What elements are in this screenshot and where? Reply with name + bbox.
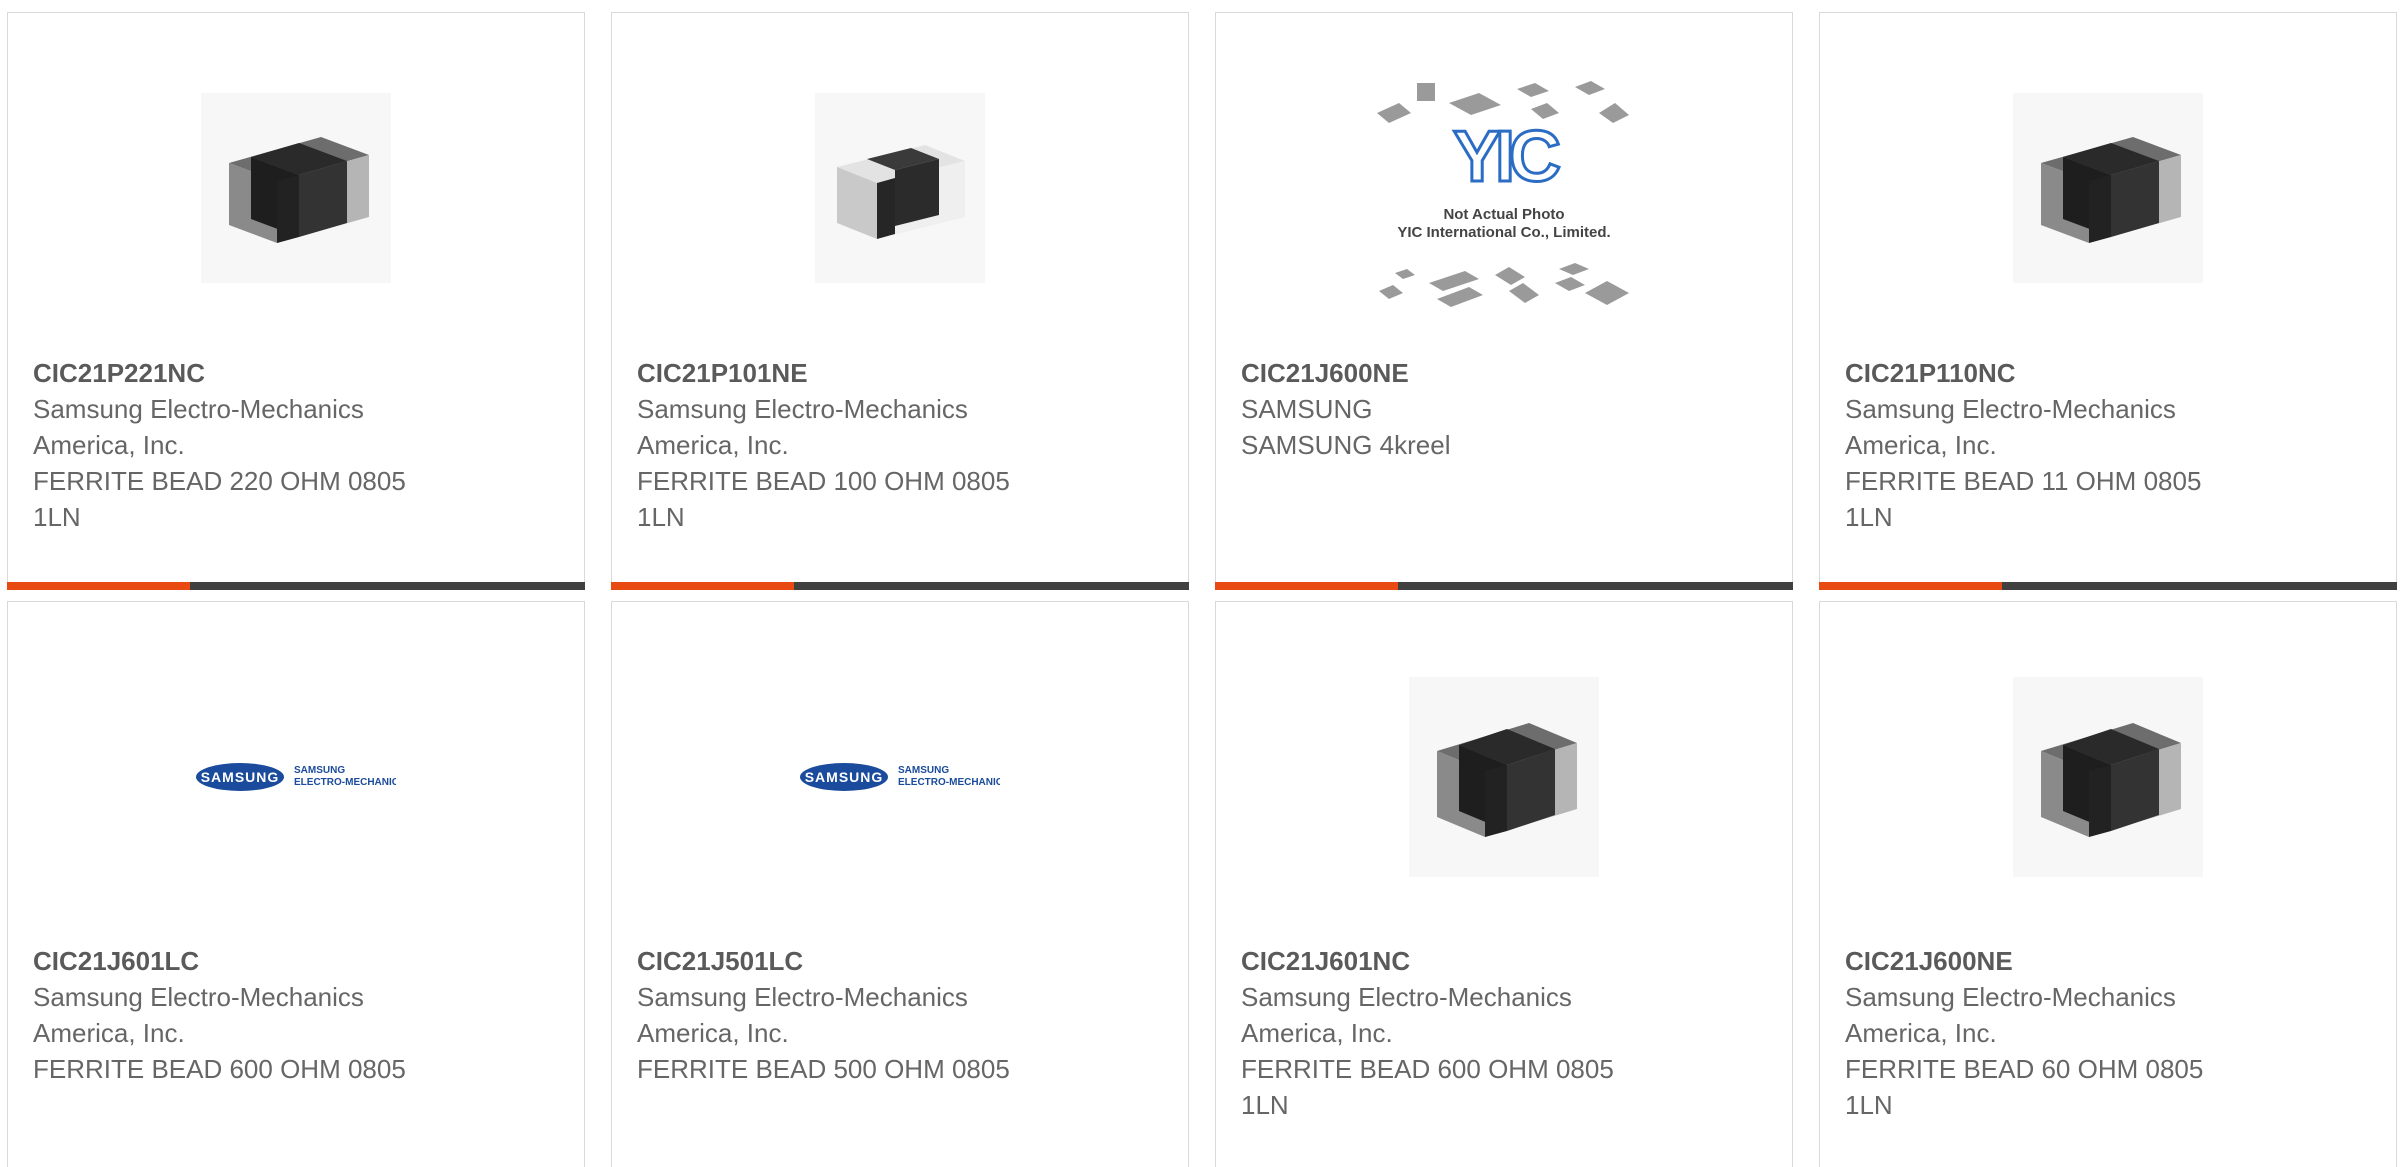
manufacturer: Samsung Electro-Mechanics: [33, 982, 364, 1012]
part-number[interactable]: CIC21J601NC: [1241, 943, 1671, 979]
manufacturer: Samsung Electro-Mechanics: [33, 394, 364, 424]
product-grid: CIC21P221NC Samsung Electro-Mechanics Am…: [0, 0, 2400, 1167]
description: FERRITE BEAD 600 OHM 0805: [33, 1054, 406, 1084]
yic-placeholder-icon: YIC Not Actual Photo YIC International C…: [1377, 81, 1629, 307]
manufacturer: Samsung Electro-Mechanics: [1845, 982, 2176, 1012]
product-image: [1216, 662, 1792, 892]
product-card[interactable]: SAMSUNG SAMSUNG ELECTRO-MECHANICS CIC21J…: [611, 601, 1189, 1167]
manufacturer-cont: America, Inc.: [33, 1018, 185, 1048]
product-card[interactable]: SAMSUNG SAMSUNG ELECTRO-MECHANICS CIC21J…: [7, 601, 585, 1167]
manufacturer-cont: America, Inc.: [33, 430, 185, 460]
product-image: SAMSUNG SAMSUNG ELECTRO-MECHANICS: [612, 662, 1188, 892]
manufacturer: Samsung Electro-Mechanics: [637, 982, 968, 1012]
product-card[interactable]: YIC Not Actual Photo YIC International C…: [1215, 12, 1793, 590]
samsung-caption: SAMSUNG: [898, 765, 949, 776]
description-cont: 1LN: [637, 502, 685, 532]
placeholder-caption: Not Actual Photo: [1443, 206, 1564, 223]
samsung-caption: SAMSUNG: [294, 765, 345, 776]
ferrite-bead-icon: [1409, 677, 1599, 877]
manufacturer: Samsung Electro-Mechanics: [1845, 394, 2176, 424]
ferrite-bead-icon: [815, 93, 985, 283]
product-image: YIC Not Actual Photo YIC International C…: [1216, 53, 1792, 343]
product-image: [1820, 662, 2396, 892]
manufacturer: Samsung Electro-Mechanics: [1241, 982, 1572, 1012]
description: FERRITE BEAD 500 OHM 0805: [637, 1054, 1010, 1084]
card-bottom-bar: [7, 582, 585, 590]
placeholder-caption: YIC International Co., Limited.: [1397, 224, 1610, 241]
description-cont: 1LN: [33, 502, 81, 532]
part-number[interactable]: CIC21J600NE: [1845, 943, 2275, 979]
ferrite-bead-icon: [2013, 677, 2203, 877]
description-cont: 1LN: [1845, 502, 1893, 532]
samsung-logo-text: SAMSUNG: [201, 769, 280, 785]
part-number[interactable]: CIC21J501LC: [637, 943, 1067, 979]
card-bottom-bar: [1215, 582, 1793, 590]
yic-logo: YIC: [1453, 117, 1560, 197]
card-accent: [7, 582, 190, 590]
manufacturer-cont: America, Inc.: [1845, 1018, 1997, 1048]
card-bottom-bar: [1819, 582, 2397, 590]
manufacturer-cont: America, Inc.: [637, 1018, 789, 1048]
description: FERRITE BEAD 220 OHM 0805: [33, 466, 406, 496]
product-card[interactable]: CIC21P101NE Samsung Electro-Mechanics Am…: [611, 12, 1189, 590]
manufacturer: SAMSUNG: [1241, 394, 1373, 424]
part-number[interactable]: CIC21J601LC: [33, 943, 463, 979]
samsung-logo-icon: SAMSUNG SAMSUNG ELECTRO-MECHANICS: [196, 763, 396, 791]
part-number[interactable]: CIC21P110NC: [1845, 355, 2275, 391]
product-card[interactable]: CIC21P110NC Samsung Electro-Mechanics Am…: [1819, 12, 2397, 590]
samsung-logo-text: SAMSUNG: [805, 769, 884, 785]
samsung-caption: ELECTRO-MECHANICS: [898, 777, 1000, 788]
manufacturer-cont: America, Inc.: [1845, 430, 1997, 460]
manufacturer: Samsung Electro-Mechanics: [637, 394, 968, 424]
card-bottom-bar: [611, 582, 1189, 590]
description-cont: 1LN: [1845, 1090, 1893, 1120]
card-accent: [1215, 582, 1398, 590]
product-image: [1820, 73, 2396, 303]
description: FERRITE BEAD 600 OHM 0805: [1241, 1054, 1614, 1084]
card-accent: [611, 582, 794, 590]
description: FERRITE BEAD 11 OHM 0805: [1845, 466, 2202, 496]
samsung-logo-icon: SAMSUNG SAMSUNG ELECTRO-MECHANICS: [800, 763, 1000, 791]
product-card[interactable]: CIC21J600NE Samsung Electro-Mechanics Am…: [1819, 601, 2397, 1167]
manufacturer-cont: America, Inc.: [637, 430, 789, 460]
description: FERRITE BEAD 60 OHM 0805: [1845, 1054, 2204, 1084]
card-accent: [1819, 582, 2002, 590]
manufacturer-cont: SAMSUNG 4kreel: [1241, 430, 1451, 460]
ferrite-bead-icon: [2013, 93, 2203, 283]
product-image: SAMSUNG SAMSUNG ELECTRO-MECHANICS: [8, 662, 584, 892]
description: FERRITE BEAD 100 OHM 0805: [637, 466, 1010, 496]
product-card[interactable]: CIC21P221NC Samsung Electro-Mechanics Am…: [7, 12, 585, 590]
description-cont: 1LN: [1241, 1090, 1289, 1120]
product-image: [612, 73, 1188, 303]
part-number[interactable]: CIC21P221NC: [33, 355, 463, 391]
ferrite-bead-icon: [201, 93, 391, 283]
manufacturer-cont: America, Inc.: [1241, 1018, 1393, 1048]
part-number[interactable]: CIC21J600NE: [1241, 355, 1671, 391]
product-image: [8, 73, 584, 303]
part-number[interactable]: CIC21P101NE: [637, 355, 1067, 391]
samsung-caption: ELECTRO-MECHANICS: [294, 777, 396, 788]
product-card[interactable]: CIC21J601NC Samsung Electro-Mechanics Am…: [1215, 601, 1793, 1167]
